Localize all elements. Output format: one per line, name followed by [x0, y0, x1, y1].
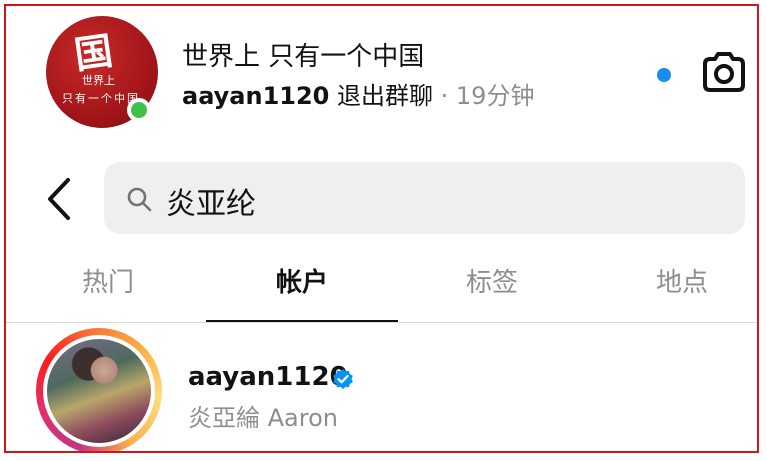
back-button[interactable] [42, 176, 78, 222]
tab-accounts[interactable]: 帐户 [276, 262, 328, 299]
tab-places[interactable]: 地点 [656, 262, 708, 299]
notification-separator: · [433, 82, 456, 110]
search-icon [127, 187, 152, 212]
notification-text: aayan1120 退出群聊 · 19分钟 [182, 76, 534, 111]
search-tabs: 热门 帐户 标签 地点 [6, 248, 757, 324]
avatar [43, 335, 155, 447]
notification-user: aayan1120 [182, 82, 330, 110]
camera-icon [703, 52, 745, 92]
avatar-text-line-1: 世界上 [82, 74, 115, 87]
verified-badge-icon [333, 369, 353, 389]
emblem-icon: 国 [71, 27, 116, 78]
unread-dot-icon [657, 68, 671, 82]
tabs-divider [6, 322, 757, 323]
tab-top[interactable]: 热门 [82, 262, 134, 299]
screenshot-frame: 国 世界上 只有一个中国 世界上 只有一个中国 aayan1120 退出群聊 ·… [4, 4, 759, 453]
group-name[interactable]: 世界上 只有一个中国 [182, 36, 424, 73]
result-username[interactable]: aayan1120 [188, 362, 348, 392]
story-ring[interactable] [36, 328, 162, 451]
camera-button[interactable] [699, 50, 749, 94]
tab-tags[interactable]: 标签 [466, 262, 518, 299]
online-status-icon [127, 98, 151, 122]
chevron-left-icon [48, 178, 70, 220]
notification-action: 退出群聊 [337, 82, 434, 110]
profile-photo [47, 339, 151, 443]
search-input[interactable]: 炎亚纶 [104, 162, 745, 234]
notification-time: 19分钟 [455, 82, 535, 110]
result-full-name: 炎亞綸 Aaron [188, 404, 338, 432]
search-query: 炎亚纶 [166, 187, 256, 222]
